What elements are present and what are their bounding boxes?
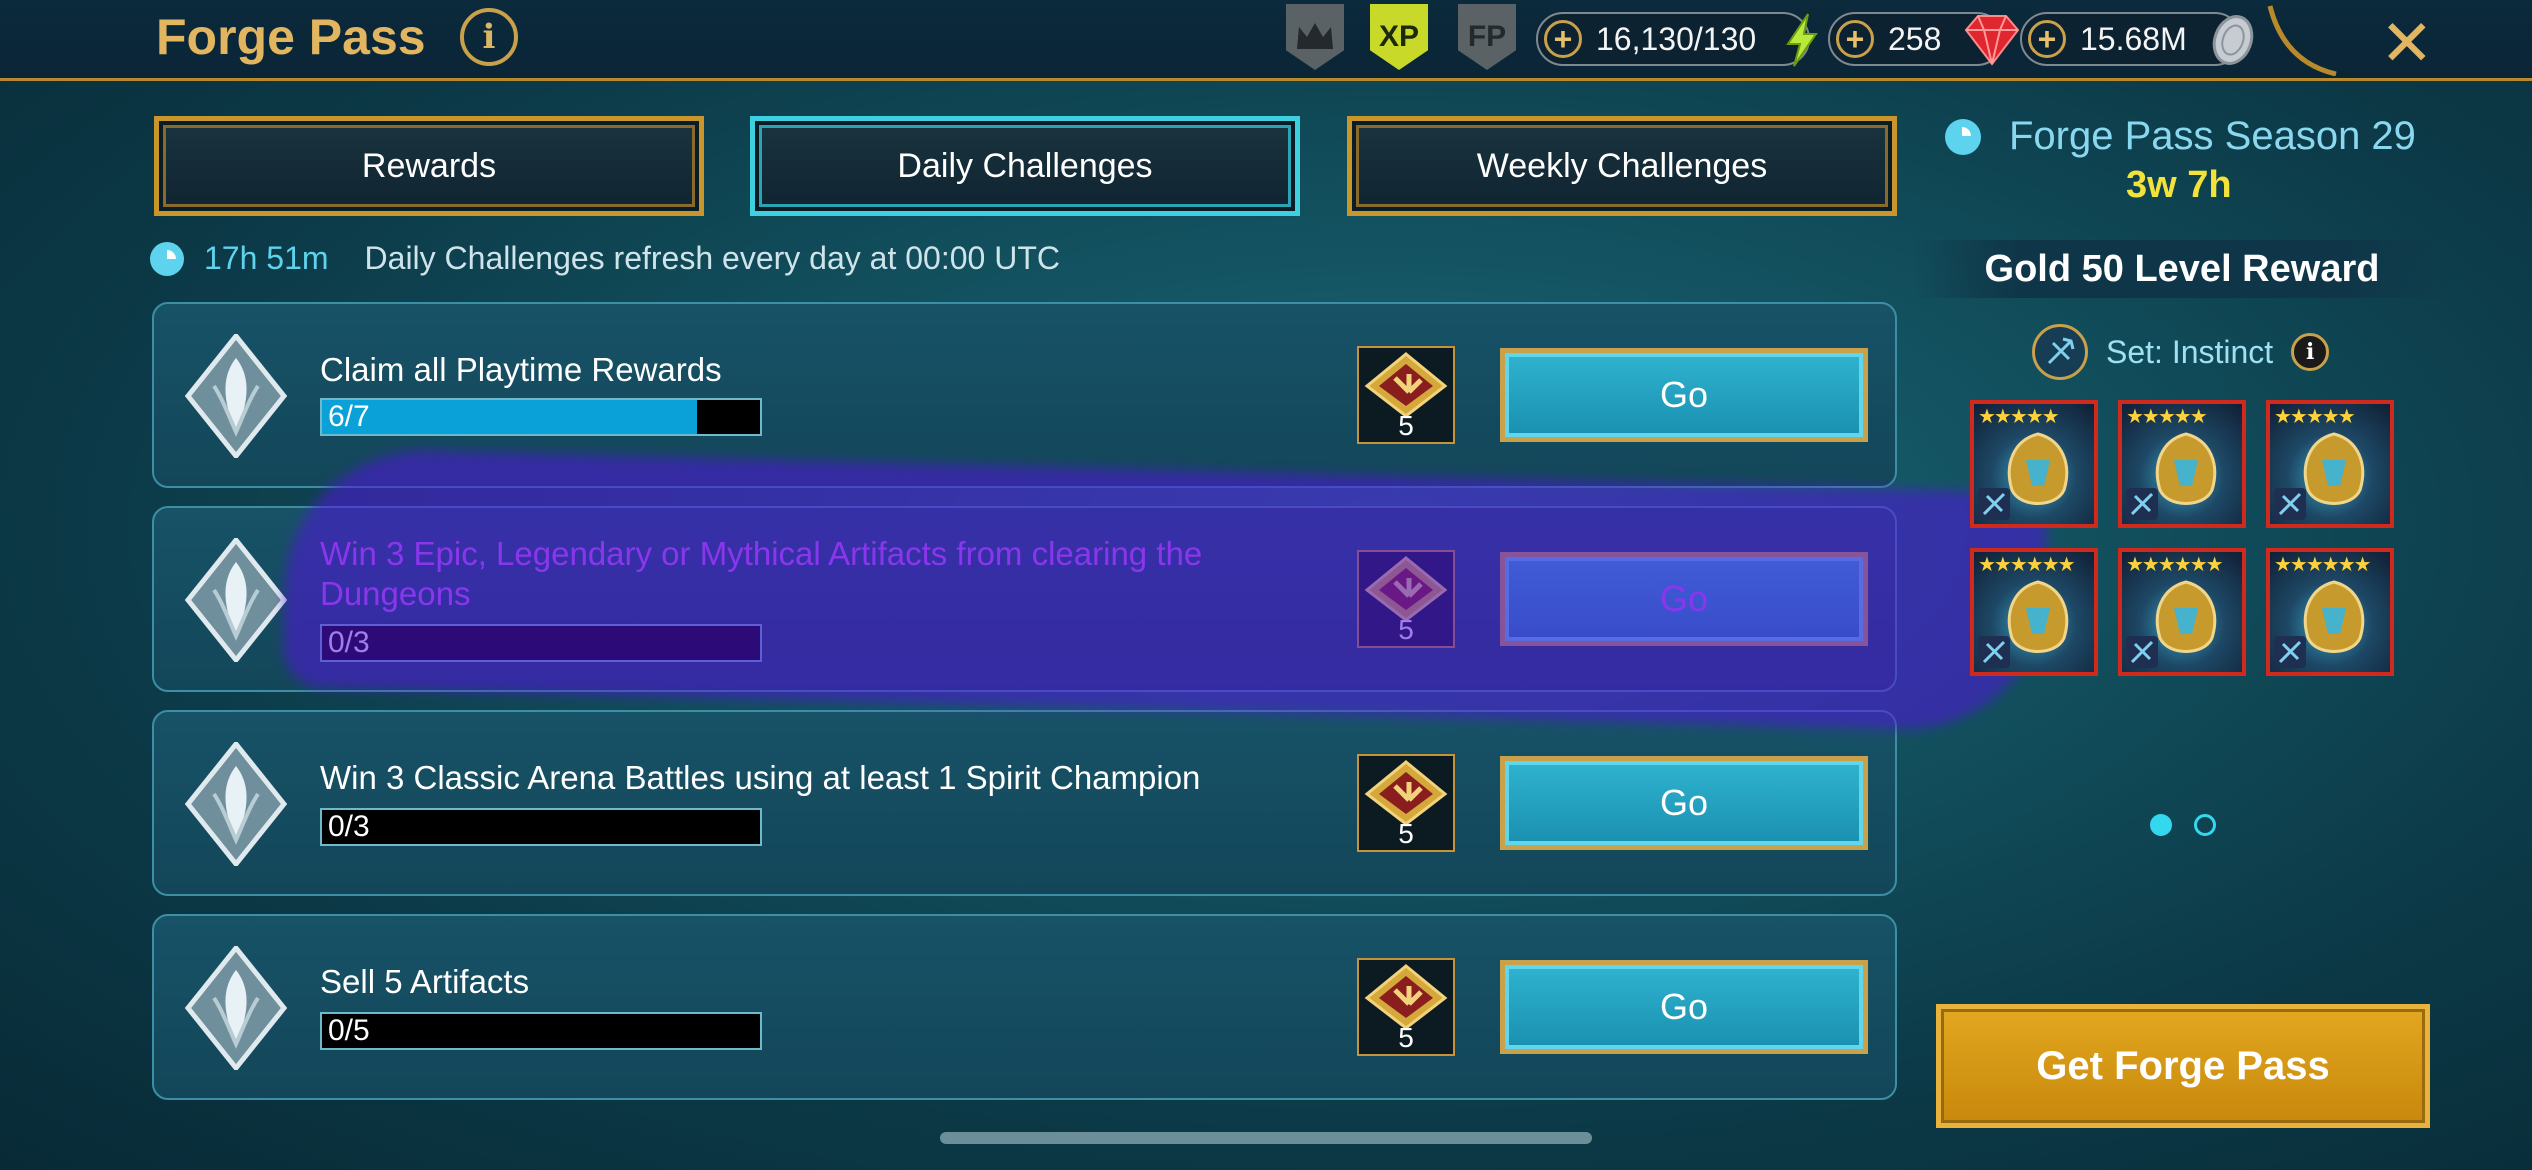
artifact-tile[interactable]: ★★★★★ (1970, 400, 2098, 528)
clock-icon (1945, 118, 1981, 155)
progress-label: 6/7 (328, 400, 370, 433)
fp-badge-icon[interactable]: FP (1458, 4, 1516, 70)
rank-stars: ★★★★★ (2126, 406, 2208, 428)
instinct-set-icon (2126, 636, 2158, 668)
go-button[interactable]: Go (1500, 960, 1868, 1054)
challenge-row: Sell 5 Artifacts 0/5 5 Go (152, 914, 1897, 1100)
energy-counter: + 16,130/130 (1536, 12, 1818, 67)
rank-stars: ★★★★★★ (2126, 554, 2224, 576)
reward-points: 5 (1398, 818, 1414, 849)
rank-stars: ★★★★★ (1978, 406, 2060, 428)
set-info-icon[interactable]: i (2291, 333, 2330, 371)
weapon-artifact-icon (2007, 432, 2069, 505)
shield-artifact-icon (2303, 432, 2365, 505)
forge-points-reward: 5 (1357, 550, 1455, 648)
gems-counter: + 258 (1828, 12, 2020, 66)
forge-points-reward: 5 (1357, 346, 1455, 444)
forge-points-reward: 5 (1357, 754, 1455, 852)
artifact-set-row: Set: Instinct i (2032, 324, 2330, 380)
challenge-row: Win 3 Epic, Legendary or Mythical Artifa… (152, 506, 1897, 692)
gem-icon (1962, 12, 2022, 73)
tab-rewards[interactable]: Rewards (154, 116, 704, 216)
level-reward-title: Gold 50 Level Reward (1912, 240, 2452, 298)
forge-emblem-icon (184, 334, 288, 458)
add-gems-button[interactable]: + (1836, 20, 1874, 58)
crown-icon[interactable] (1286, 4, 1344, 70)
refresh-text: Daily Challenges refresh every day at 00… (364, 240, 1060, 276)
progress-label: 0/5 (328, 1014, 370, 1047)
artifact-tile[interactable]: ★★★★★ (2118, 400, 2246, 528)
reward-points: 5 (1398, 614, 1414, 645)
set-label: Set: Instinct (2106, 333, 2274, 370)
instinct-set-icon (1978, 636, 2010, 668)
page-dot[interactable] (2194, 814, 2216, 836)
instinct-set-icon (2274, 636, 2306, 668)
page-dot-active[interactable] (2150, 814, 2172, 836)
refresh-timer: 17h 51m (204, 240, 329, 276)
challenge-title: Win 3 Classic Arena Battles using at lea… (320, 759, 1201, 796)
season-title: Forge Pass Season 29 (2009, 114, 2416, 158)
artifact-tile[interactable]: ★★★★★★ (1970, 548, 2098, 676)
silver-coin-icon (2208, 12, 2258, 73)
boots-artifact-icon (2303, 580, 2365, 653)
challenge-title: Sell 5 Artifacts (320, 963, 530, 1000)
progress-label: 0/3 (328, 810, 370, 843)
challenge-row: Claim all Playtime Rewards 6/7 5 Go (152, 302, 1897, 488)
progress-bar: 0/3 (320, 808, 762, 846)
instinct-set-icon (2274, 488, 2306, 520)
forge-emblem-icon (184, 742, 288, 866)
helmet-artifact-icon (2155, 432, 2217, 505)
info-icon[interactable]: i (460, 8, 518, 66)
progress-label: 0/3 (328, 626, 370, 659)
add-energy-button[interactable]: + (1544, 20, 1582, 58)
season-time-left: 3w 7h (2126, 164, 2232, 206)
instinct-set-icon (1978, 488, 2010, 520)
silver-value: 15.68M (2080, 20, 2187, 57)
clock-icon (150, 241, 184, 276)
artifact-tile[interactable]: ★★★★★★ (2266, 548, 2394, 676)
chestplate-artifact-icon (2155, 580, 2217, 653)
progress-fill (322, 400, 698, 434)
go-button[interactable]: Go (1500, 756, 1868, 850)
progress-bar: 0/5 (320, 1012, 762, 1050)
go-button[interactable]: Go (1500, 552, 1868, 646)
rank-stars: ★★★★★★ (1978, 554, 2076, 576)
challenge-row: Win 3 Classic Arena Battles using at lea… (152, 710, 1897, 896)
tab-weekly-challenges[interactable]: Weekly Challenges (1347, 116, 1897, 216)
reward-points: 5 (1398, 410, 1414, 441)
lightning-icon (1782, 12, 1822, 73)
forge-points-reward: 5 (1357, 958, 1455, 1056)
rank-stars: ★★★★★★ (2274, 554, 2372, 576)
progress-bar: 6/7 (320, 398, 762, 436)
energy-value: 16,130/130 (1596, 20, 1757, 57)
artifact-tile[interactable]: ★★★★★★ (2118, 548, 2246, 676)
home-indicator (940, 1132, 1592, 1144)
header-ornament (2267, 5, 2337, 76)
gems-value: 258 (1888, 20, 1942, 57)
page-title: Forge Pass (156, 9, 426, 65)
instinct-set-icon (2126, 488, 2158, 520)
get-forge-pass-button[interactable]: Get Forge Pass (1936, 1004, 2430, 1128)
forge-emblem-icon (184, 538, 288, 662)
challenge-title: Claim all Playtime Rewards (320, 351, 722, 388)
go-button[interactable]: Go (1500, 348, 1868, 442)
silver-counter: + 15.68M (2020, 12, 2254, 66)
xp-badge-icon[interactable]: XP (1370, 4, 1428, 70)
season-header: Forge Pass Season 29 (1945, 114, 2416, 159)
artifact-tile[interactable]: ★★★★★ (2266, 400, 2394, 528)
top-bar: Forge Pass i XP FP + 16,130/130 + 258 + … (0, 0, 2532, 81)
gauntlets-artifact-icon (2007, 580, 2069, 653)
add-silver-button[interactable]: + (2028, 20, 2066, 58)
rank-stars: ★★★★★ (2274, 406, 2356, 428)
forge-emblem-icon (184, 946, 288, 1070)
tab-daily-challenges[interactable]: Daily Challenges (750, 116, 1300, 216)
close-icon[interactable]: ✕ (2380, 6, 2434, 81)
refresh-info: 17h 51m Daily Challenges refresh every d… (150, 240, 1060, 277)
challenge-title: Win 3 Epic, Legendary or Mythical Artifa… (320, 535, 1203, 612)
progress-bar: 0/3 (320, 624, 762, 662)
reward-points: 5 (1398, 1022, 1414, 1053)
instinct-set-icon (2032, 324, 2088, 380)
